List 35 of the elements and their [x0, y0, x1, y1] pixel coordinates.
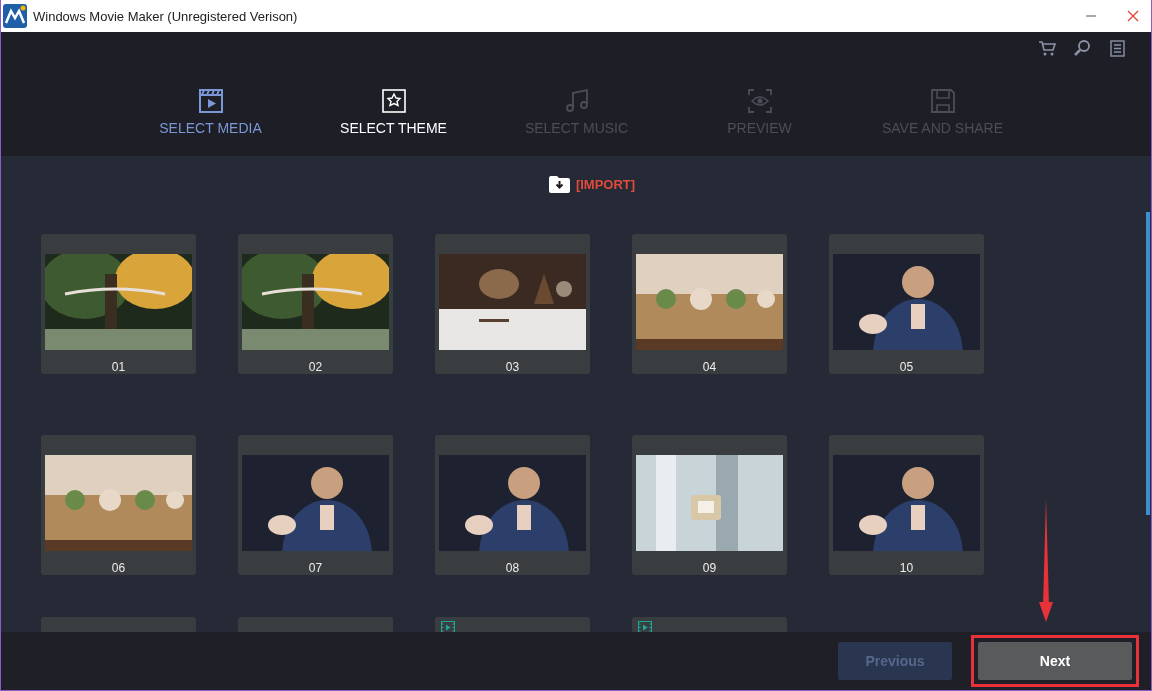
media-card[interactable]: 01	[41, 234, 196, 374]
media-card[interactable]: 04	[632, 234, 787, 374]
media-label: 08	[505, 561, 520, 575]
next-button[interactable]: Next	[978, 642, 1132, 680]
folder-download-icon	[548, 175, 570, 193]
media-card[interactable]: 08	[435, 435, 590, 575]
media-card[interactable]: 10	[829, 435, 984, 575]
media-label: 05	[899, 360, 914, 374]
import-button[interactable]: [IMPORT]	[575, 176, 636, 192]
close-icon[interactable]	[1127, 10, 1139, 22]
scrollbar-thumb[interactable]	[1146, 212, 1150, 515]
media-label: 01	[111, 360, 126, 374]
window-title: Windows Movie Maker (Unregistered Verison)	[33, 8, 299, 24]
menu-button[interactable]	[1107, 38, 1127, 58]
media-card[interactable]: 03	[435, 234, 590, 374]
media-label: 03	[505, 360, 520, 374]
media-label: 09	[702, 561, 717, 575]
media-card[interactable]: 09	[632, 435, 787, 575]
floppy-icon	[928, 87, 957, 115]
media-label: 10	[899, 561, 914, 575]
media-label: 04	[702, 360, 717, 374]
media-card[interactable]: 02	[238, 234, 393, 374]
media-card[interactable]: 05	[829, 234, 984, 374]
eye-icon	[745, 87, 774, 115]
media-label: 07	[308, 561, 323, 575]
cart-button[interactable]	[1037, 38, 1057, 58]
media-label: 06	[111, 561, 126, 575]
step-tab[interactable]: SELECT THEME	[340, 120, 447, 136]
star-frame-icon	[379, 87, 408, 115]
film-icon	[196, 87, 225, 115]
media-card[interactable]: 07	[238, 435, 393, 575]
media-card[interactable]: 06	[41, 435, 196, 575]
search-button[interactable]	[1072, 38, 1092, 58]
media-label: 02	[308, 360, 323, 374]
step-tab[interactable]: SELECT MEDIA	[159, 120, 262, 136]
